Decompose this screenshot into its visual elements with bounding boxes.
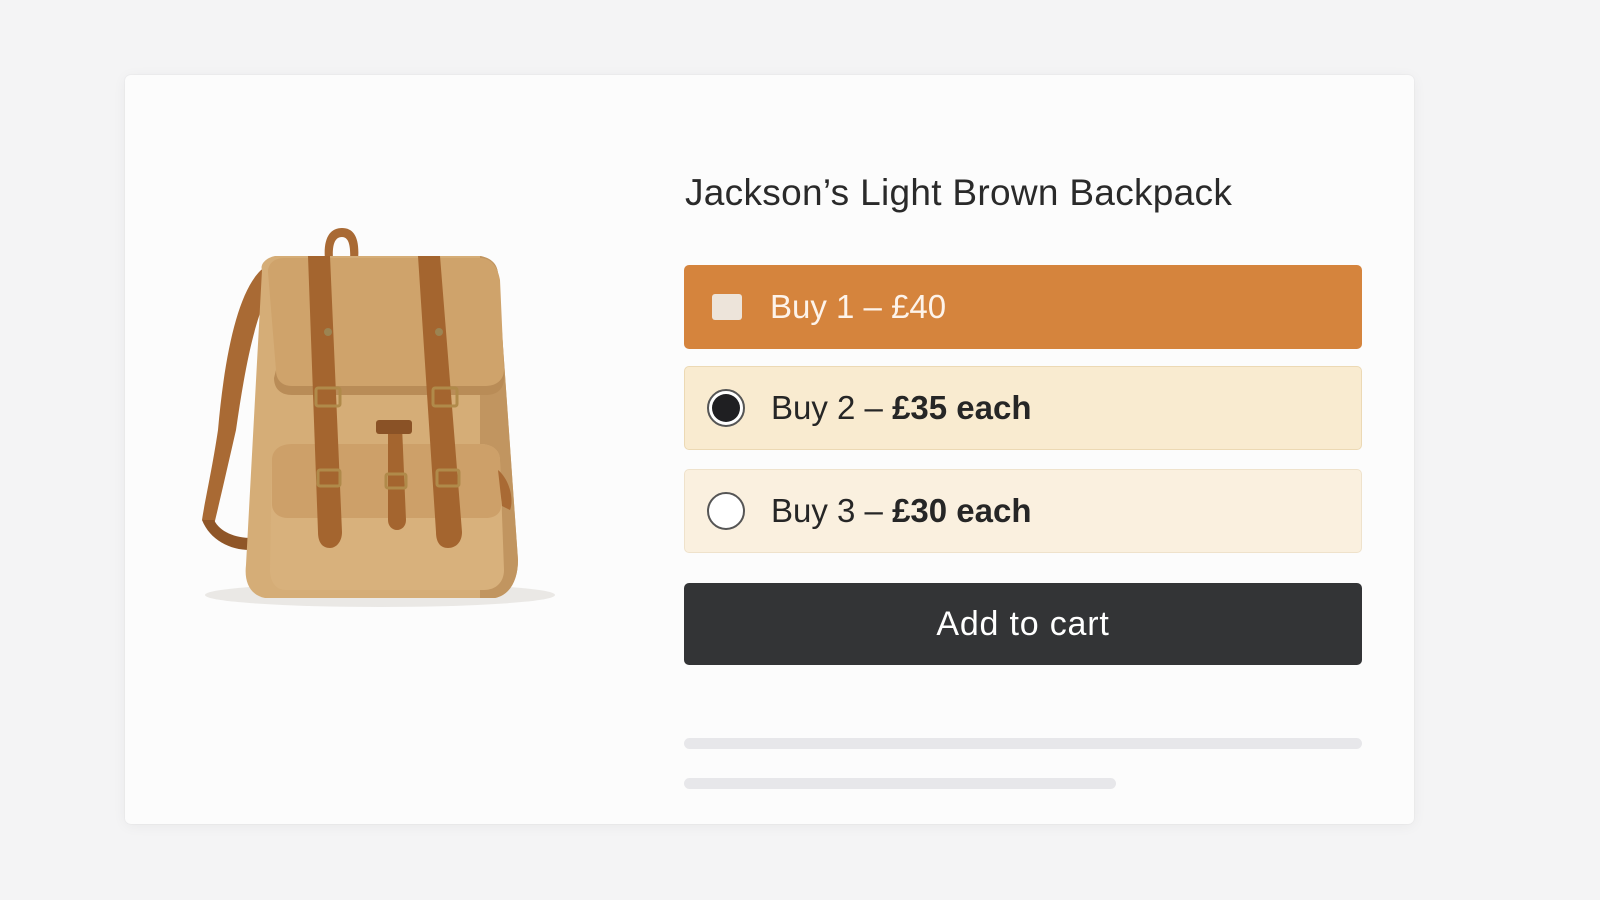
- checkbox-icon[interactable]: [712, 294, 742, 320]
- add-to-cart-button[interactable]: Add to cart: [684, 583, 1362, 665]
- backpack-image: [202, 228, 555, 607]
- option-buy-3[interactable]: Buy 3 – £30 each: [684, 469, 1362, 553]
- option-label: Buy 1 – £40: [770, 288, 947, 325]
- option-price: £30 each: [892, 492, 1032, 529]
- placeholder-line: [684, 738, 1362, 749]
- option-price: £35 each: [892, 389, 1032, 426]
- product-title: Jackson’s Light Brown Backpack: [685, 172, 1233, 213]
- placeholder-line: [684, 778, 1116, 789]
- option-buy-2[interactable]: Buy 2 – £35 each: [684, 366, 1362, 450]
- option-buy-1[interactable]: Buy 1 – £40: [684, 265, 1362, 349]
- radio-selected-icon[interactable]: [707, 389, 745, 427]
- radio-empty-icon[interactable]: [707, 492, 745, 530]
- option-label: Buy 2 – £35 each: [771, 389, 1032, 426]
- option-label: Buy 3 – £30 each: [771, 492, 1032, 529]
